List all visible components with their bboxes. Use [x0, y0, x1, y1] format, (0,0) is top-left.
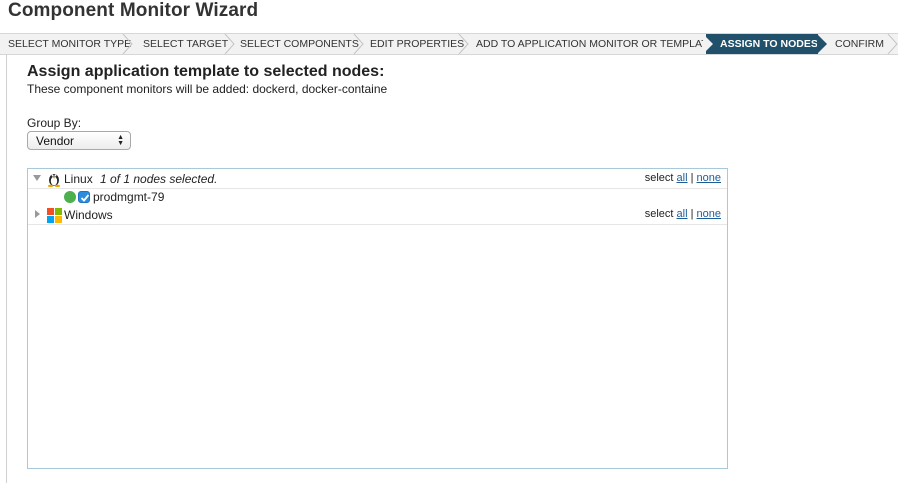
wizard-title: Component Monitor Wizard [8, 0, 259, 21]
component-monitors-summary: These component monitors will be added: … [27, 82, 388, 96]
step-label: ASSIGN TO NODES [720, 38, 818, 50]
step-label: EDIT PROPERTIES [370, 38, 465, 50]
node-checkbox[interactable] [78, 191, 90, 203]
tree-group-windows[interactable]: Windows select all | none [28, 206, 727, 225]
step-assign-to-nodes[interactable]: ASSIGN TO NODES [706, 34, 818, 54]
linux-penguin-icon [48, 174, 60, 187]
step-separator-arrow [122, 34, 133, 54]
group-by-label: Group By: [27, 116, 82, 130]
step-label: ADD TO APPLICATION MONITOR OR TEMPLATE [476, 38, 715, 50]
windows-logo-icon [47, 208, 62, 223]
page-heading: Assign application template to selected … [27, 63, 385, 80]
step-separator-arrow [887, 34, 898, 54]
select-prefix: select [644, 208, 674, 220]
select-none-link[interactable]: none [697, 172, 721, 184]
node-status-up-icon [64, 191, 76, 203]
checkmark-icon [80, 194, 90, 202]
select-none-link[interactable]: none [697, 208, 721, 220]
step-edit-properties[interactable]: EDIT PROPERTIES [362, 34, 464, 54]
tree-group-linux[interactable]: Linux 1 of 1 nodes selected. select all … [28, 170, 727, 189]
step-active-left-notch [703, 34, 713, 54]
step-add-to-application-monitor[interactable]: ADD TO APPLICATION MONITOR OR TEMPLATE [468, 34, 715, 54]
group-selection-status: 1 of 1 nodes selected. [100, 172, 218, 186]
step-label: SELECT COMPONENTS [240, 38, 359, 50]
node-name: prodmgmt-79 [93, 190, 165, 204]
select-links: select all | none [645, 172, 721, 184]
step-select-monitor-type[interactable]: SELECT MONITOR TYPE [0, 34, 132, 54]
step-select-components[interactable]: SELECT COMPONENTS [232, 34, 359, 54]
step-label: SELECT TARGET [143, 38, 229, 50]
select-links: select all | none [645, 208, 721, 220]
select-all-link[interactable]: all [677, 172, 688, 184]
step-label: CONFIRM [835, 38, 884, 50]
wizard-steps-bar: SELECT MONITOR TYPE SELECT TARGET SELECT… [0, 33, 898, 55]
select-separator: | [690, 208, 694, 220]
step-select-target[interactable]: SELECT TARGET [135, 34, 231, 54]
expand-triangle-icon[interactable] [33, 175, 41, 181]
collapse-triangle-icon[interactable] [35, 210, 40, 218]
step-label: SELECT MONITOR TYPE [8, 38, 132, 50]
select-all-link[interactable]: all [677, 208, 688, 220]
group-name: Linux [64, 172, 93, 186]
tree-node-row[interactable]: prodmgmt-79 [28, 188, 727, 206]
group-by-select[interactable]: Vendor ▲ ▼ [27, 131, 131, 150]
select-updown-icon: ▲ ▼ [117, 134, 124, 147]
node-tree: Linux 1 of 1 nodes selected. select all … [27, 168, 728, 469]
group-name: Windows [64, 208, 113, 222]
select-prefix: select [644, 172, 674, 184]
group-by-selected-value: Vendor [36, 134, 75, 148]
select-separator: | [690, 172, 694, 184]
